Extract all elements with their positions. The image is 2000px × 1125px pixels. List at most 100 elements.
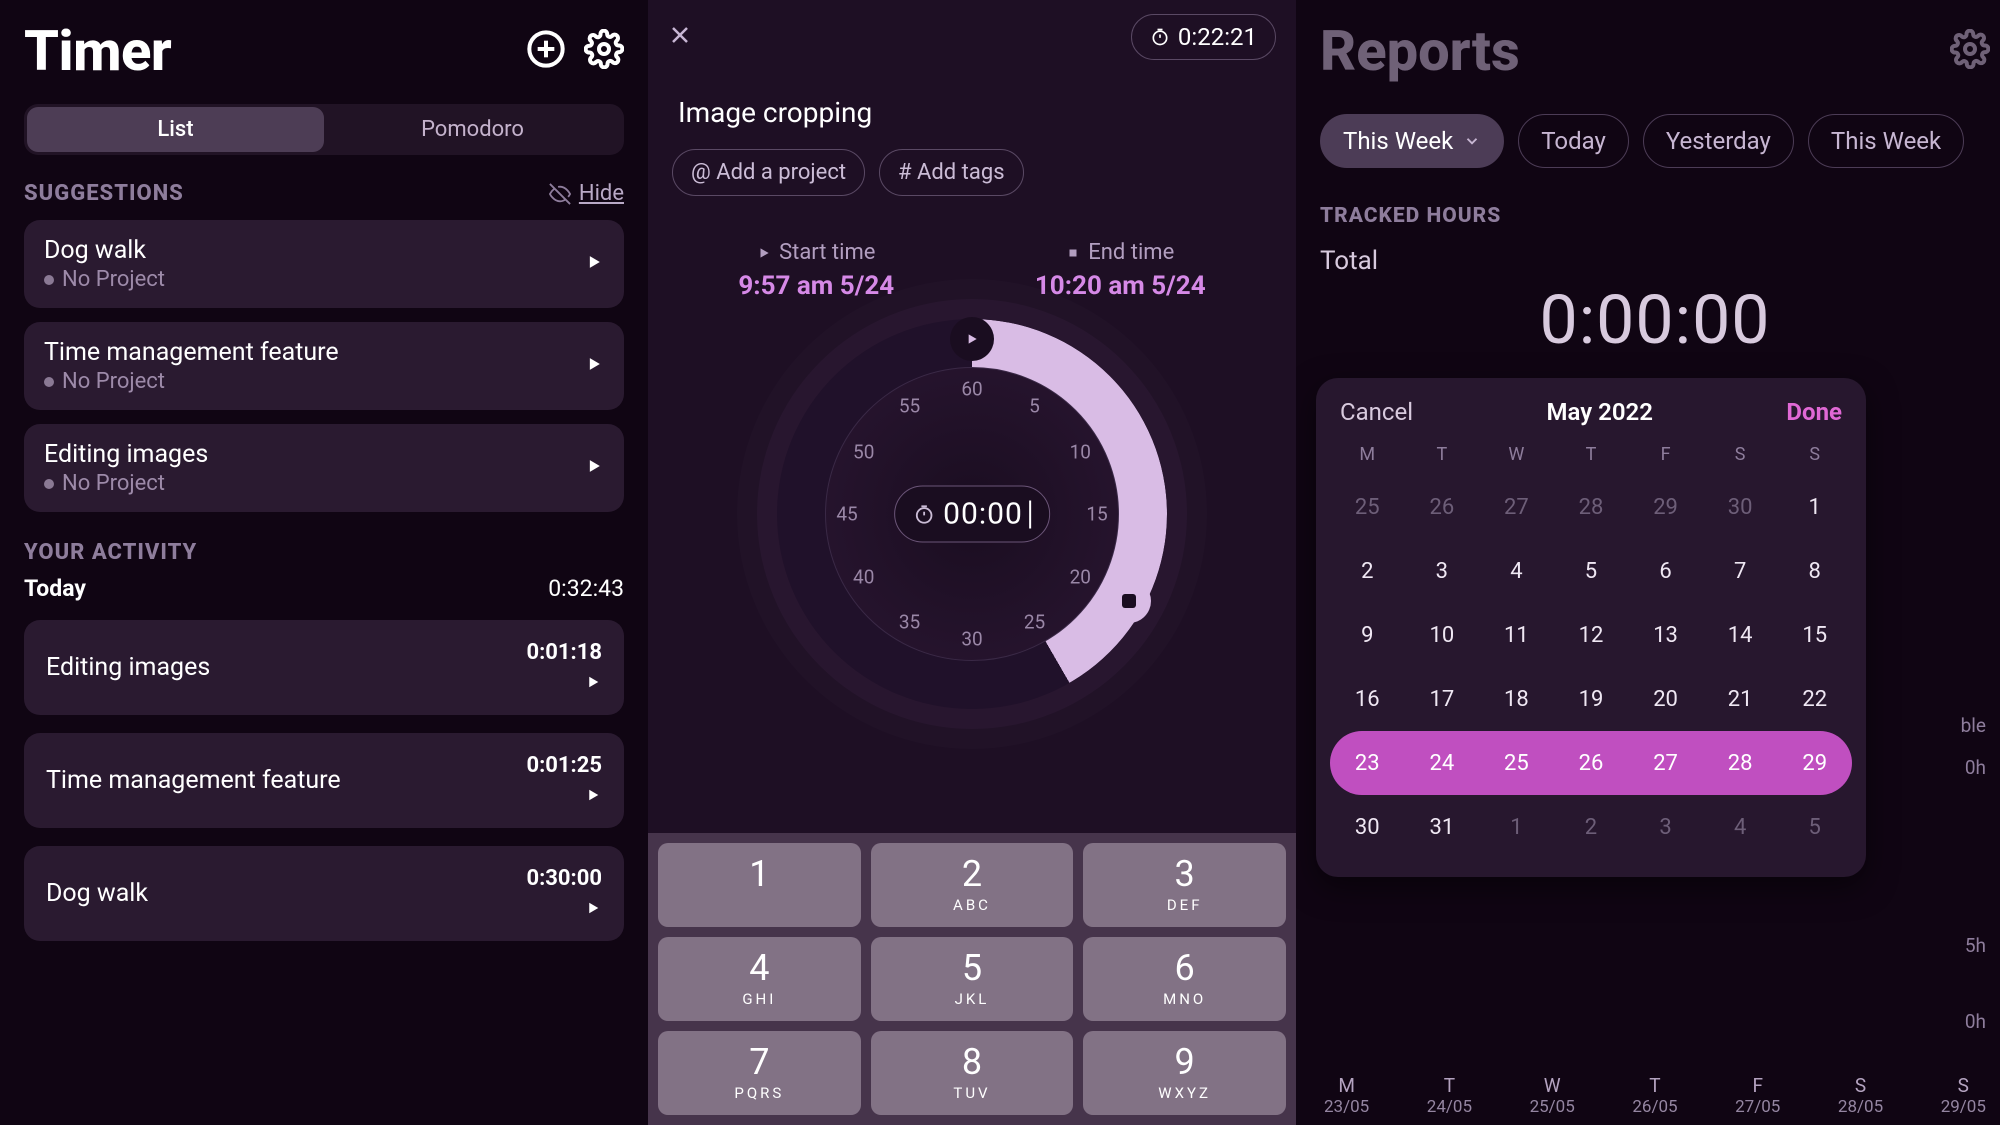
calendar-day[interactable]: 17: [1405, 667, 1480, 731]
calendar-day[interactable]: 3: [1628, 795, 1703, 859]
filter-option[interactable]: Today: [1518, 114, 1629, 168]
calendar-day[interactable]: 12: [1554, 603, 1629, 667]
calendar-day[interactable]: 4: [1703, 795, 1778, 859]
add-button[interactable]: [526, 29, 566, 73]
calendar-day[interactable]: 15: [1777, 603, 1852, 667]
calendar-day[interactable]: 28: [1554, 475, 1629, 539]
calendar-day[interactable]: 10: [1405, 603, 1480, 667]
calendar-day[interactable]: 25: [1479, 731, 1554, 795]
calendar-day[interactable]: 16: [1330, 667, 1405, 731]
calendar-day[interactable]: 20: [1628, 667, 1703, 731]
dial-tick-label: 10: [1070, 440, 1091, 463]
calendar-day[interactable]: 27: [1479, 475, 1554, 539]
start-time-value[interactable]: 9:57 am 5/24: [738, 271, 894, 301]
axis-label-0h: 0h: [1965, 756, 1986, 779]
calendar-day[interactable]: 21: [1703, 667, 1778, 731]
calendar-day[interactable]: 7: [1703, 539, 1778, 603]
filter-option[interactable]: This Week: [1808, 114, 1964, 168]
calendar-day[interactable]: 30: [1703, 475, 1778, 539]
dial-tick-label: 30: [961, 628, 982, 651]
calendar-day[interactable]: 25: [1330, 475, 1405, 539]
keypad-key-4[interactable]: 4GHI: [658, 937, 861, 1021]
segment-pomodoro[interactable]: Pomodoro: [324, 107, 621, 152]
calendar-day[interactable]: 8: [1777, 539, 1852, 603]
filter-option[interactable]: Yesterday: [1643, 114, 1794, 168]
calendar-day[interactable]: 9: [1330, 603, 1405, 667]
calendar-day[interactable]: 18: [1479, 667, 1554, 731]
keypad-key-7[interactable]: 7PQRS: [658, 1031, 861, 1115]
stopwatch-icon: [913, 503, 935, 525]
keypad-key-2[interactable]: 2ABC: [871, 843, 1074, 927]
keypad-key-8[interactable]: 8TUV: [871, 1031, 1074, 1115]
calendar-day[interactable]: 26: [1554, 731, 1629, 795]
time-dial[interactable]: 60510152025303540455055 00:00: [777, 319, 1167, 709]
segment-list[interactable]: List: [27, 107, 324, 152]
keypad-key-6[interactable]: 6MNO: [1083, 937, 1286, 1021]
calendar-day[interactable]: 5: [1777, 795, 1852, 859]
total-value: 0:00:00: [1320, 280, 1990, 360]
calendar-day[interactable]: 3: [1405, 539, 1480, 603]
calendar-day[interactable]: 6: [1628, 539, 1703, 603]
keypad-key-9[interactable]: 9WXYZ: [1083, 1031, 1286, 1115]
suggestion-title: Editing images: [44, 440, 208, 469]
calendar-day[interactable]: 29: [1777, 731, 1852, 795]
filter-active[interactable]: This Week: [1320, 114, 1504, 168]
calendar-day[interactable]: 23: [1330, 731, 1405, 795]
activity-name: Editing images: [46, 653, 210, 682]
activity-item[interactable]: Editing images 0:01:18: [24, 620, 624, 715]
dial-start-handle[interactable]: [950, 317, 994, 361]
reports-settings-button[interactable]: [1950, 29, 1990, 73]
dial-end-handle[interactable]: [1107, 579, 1151, 623]
tracked-hours-heading: TRACKED HOURS: [1320, 204, 1990, 228]
calendar-day[interactable]: 29: [1628, 475, 1703, 539]
view-segmented-control: List Pomodoro: [24, 104, 624, 155]
close-button[interactable]: [668, 23, 692, 51]
end-time-value[interactable]: 10:20 am 5/24: [1035, 271, 1206, 301]
reports-panel: Reports This Week TodayYesterdayThis Wee…: [1296, 0, 2000, 1125]
calendar-cancel-button[interactable]: Cancel: [1340, 398, 1413, 426]
calendar-day[interactable]: 28: [1703, 731, 1778, 795]
calendar-day[interactable]: 22: [1777, 667, 1852, 731]
add-project-chip[interactable]: @ Add a project: [672, 149, 865, 196]
axis-label-0h-2: 0h: [1965, 1010, 1986, 1033]
calendar-day[interactable]: 2: [1330, 539, 1405, 603]
calendar-day[interactable]: 24: [1405, 731, 1480, 795]
stop-icon: [1066, 246, 1080, 260]
calendar-day[interactable]: 14: [1703, 603, 1778, 667]
calendar-dow: S: [1777, 444, 1852, 465]
elapsed-time-badge[interactable]: 0:22:21: [1131, 14, 1276, 60]
calendar-day[interactable]: 19: [1554, 667, 1629, 731]
axis-day: S29/05: [1941, 1074, 1986, 1117]
calendar-day[interactable]: 26: [1405, 475, 1480, 539]
calendar-done-button[interactable]: Done: [1786, 398, 1842, 426]
calendar-day[interactable]: 13: [1628, 603, 1703, 667]
keypad-key-5[interactable]: 5JKL: [871, 937, 1074, 1021]
suggestion-item[interactable]: Editing images No Project: [24, 424, 624, 512]
activity-item[interactable]: Time management feature 0:01:25: [24, 733, 624, 828]
calendar-month-title: May 2022: [1547, 398, 1653, 426]
end-time-label: End time: [1035, 240, 1206, 265]
calendar-day[interactable]: 31: [1405, 795, 1480, 859]
calendar-day[interactable]: 30: [1330, 795, 1405, 859]
calendar-day[interactable]: 1: [1479, 795, 1554, 859]
suggestion-title: Dog walk: [44, 236, 165, 265]
calendar-day[interactable]: 27: [1628, 731, 1703, 795]
keypad-key-3[interactable]: 3DEF: [1083, 843, 1286, 927]
dial-tick-label: 5: [1029, 394, 1040, 417]
calendar-day[interactable]: 5: [1554, 539, 1629, 603]
suggestion-item[interactable]: Dog walk No Project: [24, 220, 624, 308]
suggestion-item[interactable]: Time management feature No Project: [24, 322, 624, 410]
activity-item[interactable]: Dog walk 0:30:00: [24, 846, 624, 941]
dial-tick-label: 60: [961, 378, 982, 401]
calendar-dow: W: [1479, 444, 1554, 465]
calendar-day[interactable]: 1: [1777, 475, 1852, 539]
add-tags-chip[interactable]: # Add tags: [879, 149, 1024, 196]
settings-button[interactable]: [584, 29, 624, 73]
hide-suggestions-button[interactable]: Hide: [549, 181, 624, 206]
calendar-day[interactable]: 11: [1479, 603, 1554, 667]
calendar-day[interactable]: 2: [1554, 795, 1629, 859]
task-name-input[interactable]: Image cropping: [678, 96, 1276, 129]
calendar-day[interactable]: 4: [1479, 539, 1554, 603]
keypad-key-1[interactable]: 1: [658, 843, 861, 927]
duration-input[interactable]: 00:00: [894, 486, 1050, 543]
